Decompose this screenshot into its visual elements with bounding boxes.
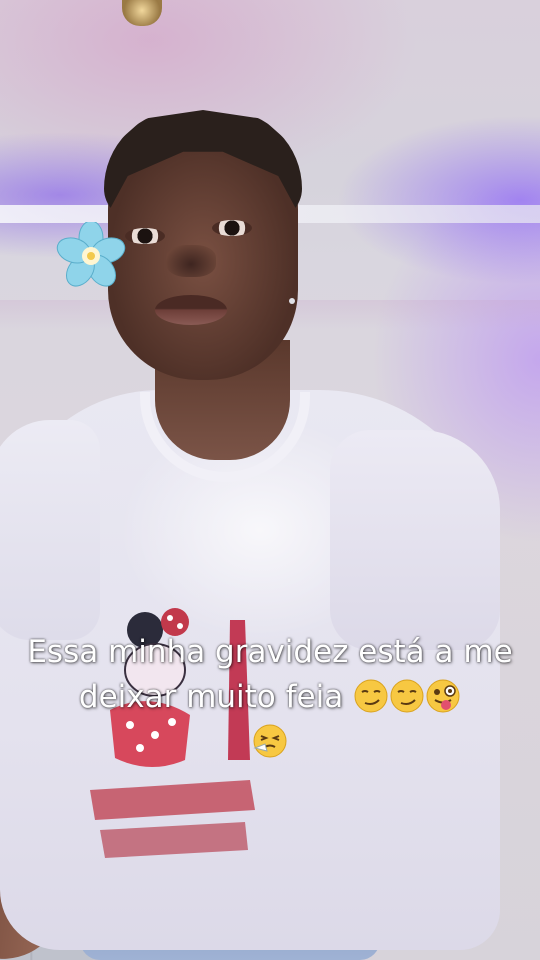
ceiling-lamp: [122, 0, 162, 26]
smirking-face-emoji-icon: [354, 679, 388, 713]
left-eye: [125, 228, 165, 244]
smirking-face-emoji-icon: [390, 679, 424, 713]
flower-sticker-icon: [56, 222, 126, 287]
winking-face-with-tongue-emoji-icon: [426, 679, 460, 713]
lips: [155, 295, 227, 325]
sneezing-face-emoji-icon: [253, 724, 287, 758]
earring: [289, 298, 295, 304]
photo-scene: Essa minha gravidez está a me deixar mui…: [0, 0, 540, 960]
right-sleeve: [330, 430, 500, 650]
nose: [166, 245, 216, 277]
caption-overlay: Essa minha gravidez está a me deixar mui…: [10, 630, 530, 765]
right-eye: [212, 220, 252, 236]
